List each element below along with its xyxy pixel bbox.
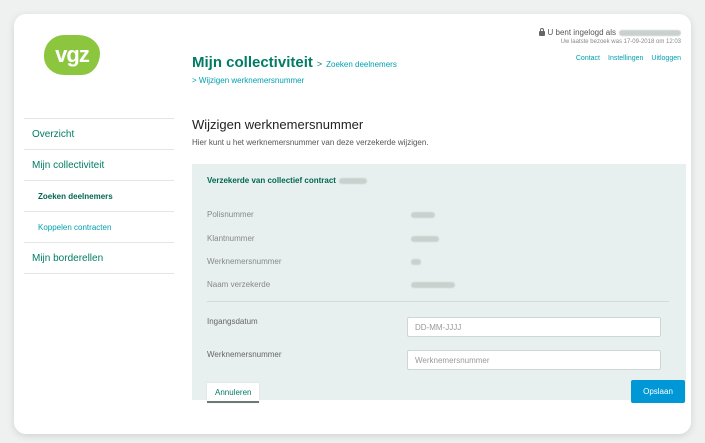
panel-title-text: Verzekerde van collectief contract [207, 176, 336, 185]
insured-panel: Verzekerde van collectief contract Polis… [192, 164, 686, 403]
logo-text: vgz [55, 42, 90, 67]
sidebar-item-mijn-borderellen[interactable]: Mijn borderellen [24, 242, 174, 274]
save-button[interactable]: Opslaan [631, 380, 685, 403]
login-prefix: U bent ingelogd als [547, 28, 617, 37]
breadcrumb-zoeken-deelnemers[interactable]: Zoeken deelnemers [326, 60, 397, 69]
breadcrumb-current: > Wijzigen werknemersnummer [192, 76, 304, 85]
redacted-username [619, 29, 681, 36]
werknemersnummer-label: Werknemersnummer [207, 350, 282, 359]
vgz-logo[interactable]: vgz [44, 35, 100, 75]
top-links: Contact Instellingen Uitloggen [539, 55, 681, 62]
page-title: Wijzigen werknemersnummer [192, 117, 364, 132]
cancel-button[interactable]: Annuleren [207, 383, 260, 403]
page-card: vgz U bent ingelogd als Uw laatste bezoe… [14, 14, 691, 434]
login-info: U bent ingelogd als Uw laatste bezoek wa… [538, 28, 681, 62]
info-label: Naam verzekerde [207, 280, 271, 289]
page-subtitle: Hier kunt u het werknemersnummer van dez… [192, 138, 429, 147]
redacted-value [411, 282, 455, 288]
sidebar-item-zoeken-deelnemers[interactable]: Zoeken deelnemers [24, 180, 174, 211]
login-status: U bent ingelogd als [538, 28, 681, 37]
sidebar-item-koppelen-contracten[interactable]: Koppelen contracten [24, 211, 174, 242]
divider [207, 301, 669, 302]
redacted-value [411, 236, 439, 242]
ingangsdatum-input[interactable] [407, 317, 661, 337]
info-label: Polisnummer [207, 210, 254, 219]
breadcrumb-wijzigen: Wijzigen werknemersnummer [198, 76, 305, 85]
info-row-polisnummer: Polisnummer [207, 210, 507, 219]
ingangsdatum-label: Ingangsdatum [207, 317, 258, 326]
settings-link[interactable]: Instellingen [608, 55, 643, 62]
sidebar: Overzicht Mijn collectiviteit Zoeken dee… [24, 118, 174, 274]
info-label: Werknemersnummer [207, 257, 282, 266]
page-header: Mijn collectiviteit > Zoeken deelnemers [192, 54, 397, 71]
panel-title: Verzekerde van collectief contract [207, 176, 367, 185]
redacted-value [411, 259, 421, 265]
redacted-contract [338, 177, 367, 184]
werknemersnummer-input[interactable] [407, 350, 661, 370]
logout-link[interactable]: Uitloggen [651, 55, 681, 62]
info-row-naam: Naam verzekerde [207, 280, 507, 289]
info-row-klantnummer: Klantnummer [207, 234, 507, 243]
sidebar-item-mijn-collectiviteit[interactable]: Mijn collectiviteit [24, 149, 174, 180]
info-label: Klantnummer [207, 234, 255, 243]
sidebar-item-overzicht[interactable]: Overzicht [24, 118, 174, 149]
info-row-werknemersnummer: Werknemersnummer [207, 257, 507, 266]
page-section-title: Mijn collectiviteit [192, 54, 313, 71]
last-visit: Uw laatste bezoek was 17-09-2018 om 12:0… [560, 39, 681, 45]
contact-link[interactable]: Contact [576, 55, 600, 62]
redacted-value [411, 212, 435, 218]
lock-icon [538, 28, 545, 36]
chevron-right-icon: > [192, 76, 197, 85]
chevron-right-icon: > [316, 59, 323, 69]
